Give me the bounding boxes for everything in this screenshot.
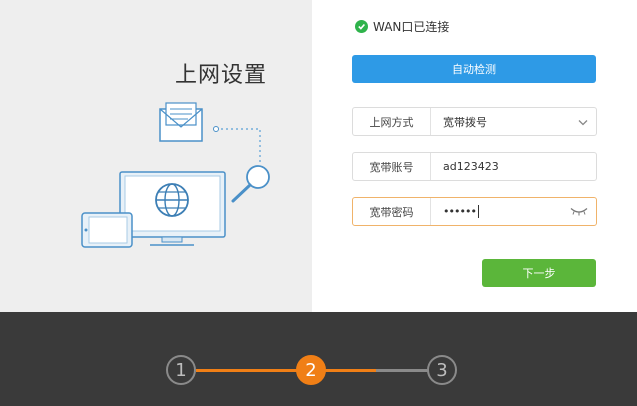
account-field[interactable]: 宽带账号 ad123423 bbox=[352, 152, 597, 181]
account-input[interactable]: ad123423 bbox=[431, 153, 596, 180]
chevron-down-icon[interactable] bbox=[578, 115, 588, 128]
step-3: 3 bbox=[427, 355, 457, 385]
network-illustration bbox=[81, 102, 270, 248]
tablet-icon bbox=[81, 212, 133, 248]
connection-type-label: 上网方式 bbox=[353, 108, 431, 135]
step-2: 2 bbox=[296, 355, 326, 385]
password-field[interactable]: 宽带密码 •••••• bbox=[352, 197, 597, 226]
step-1: 1 bbox=[166, 355, 196, 385]
page-title: 上网设置 bbox=[175, 63, 268, 88]
envelope-icon bbox=[159, 102, 203, 142]
connection-type-value[interactable]: 宽带拨号 bbox=[431, 108, 596, 135]
step-connector-2a bbox=[324, 369, 376, 372]
eye-closed-icon[interactable] bbox=[570, 205, 588, 218]
step-connector-1 bbox=[196, 369, 298, 372]
password-value: •••••• bbox=[443, 205, 477, 218]
wan-status: WAN口已连接 bbox=[355, 18, 449, 35]
auto-detect-button[interactable]: 自动检测 bbox=[352, 55, 596, 83]
connection-type-select[interactable]: 上网方式 宽带拨号 bbox=[352, 107, 597, 136]
check-circle-icon bbox=[355, 20, 368, 33]
account-label: 宽带账号 bbox=[353, 153, 431, 180]
monitor-icon bbox=[119, 171, 226, 246]
password-label: 宽带密码 bbox=[353, 198, 431, 225]
globe-icon bbox=[155, 183, 189, 217]
text-cursor bbox=[477, 205, 479, 218]
connection-type-value-text: 宽带拨号 bbox=[443, 115, 487, 129]
step-connector-2b bbox=[376, 369, 428, 372]
wan-status-text: WAN口已连接 bbox=[373, 20, 450, 34]
magnifier-icon bbox=[231, 165, 270, 203]
next-button[interactable]: 下一步 bbox=[482, 259, 596, 287]
password-input[interactable]: •••••• bbox=[431, 198, 596, 225]
